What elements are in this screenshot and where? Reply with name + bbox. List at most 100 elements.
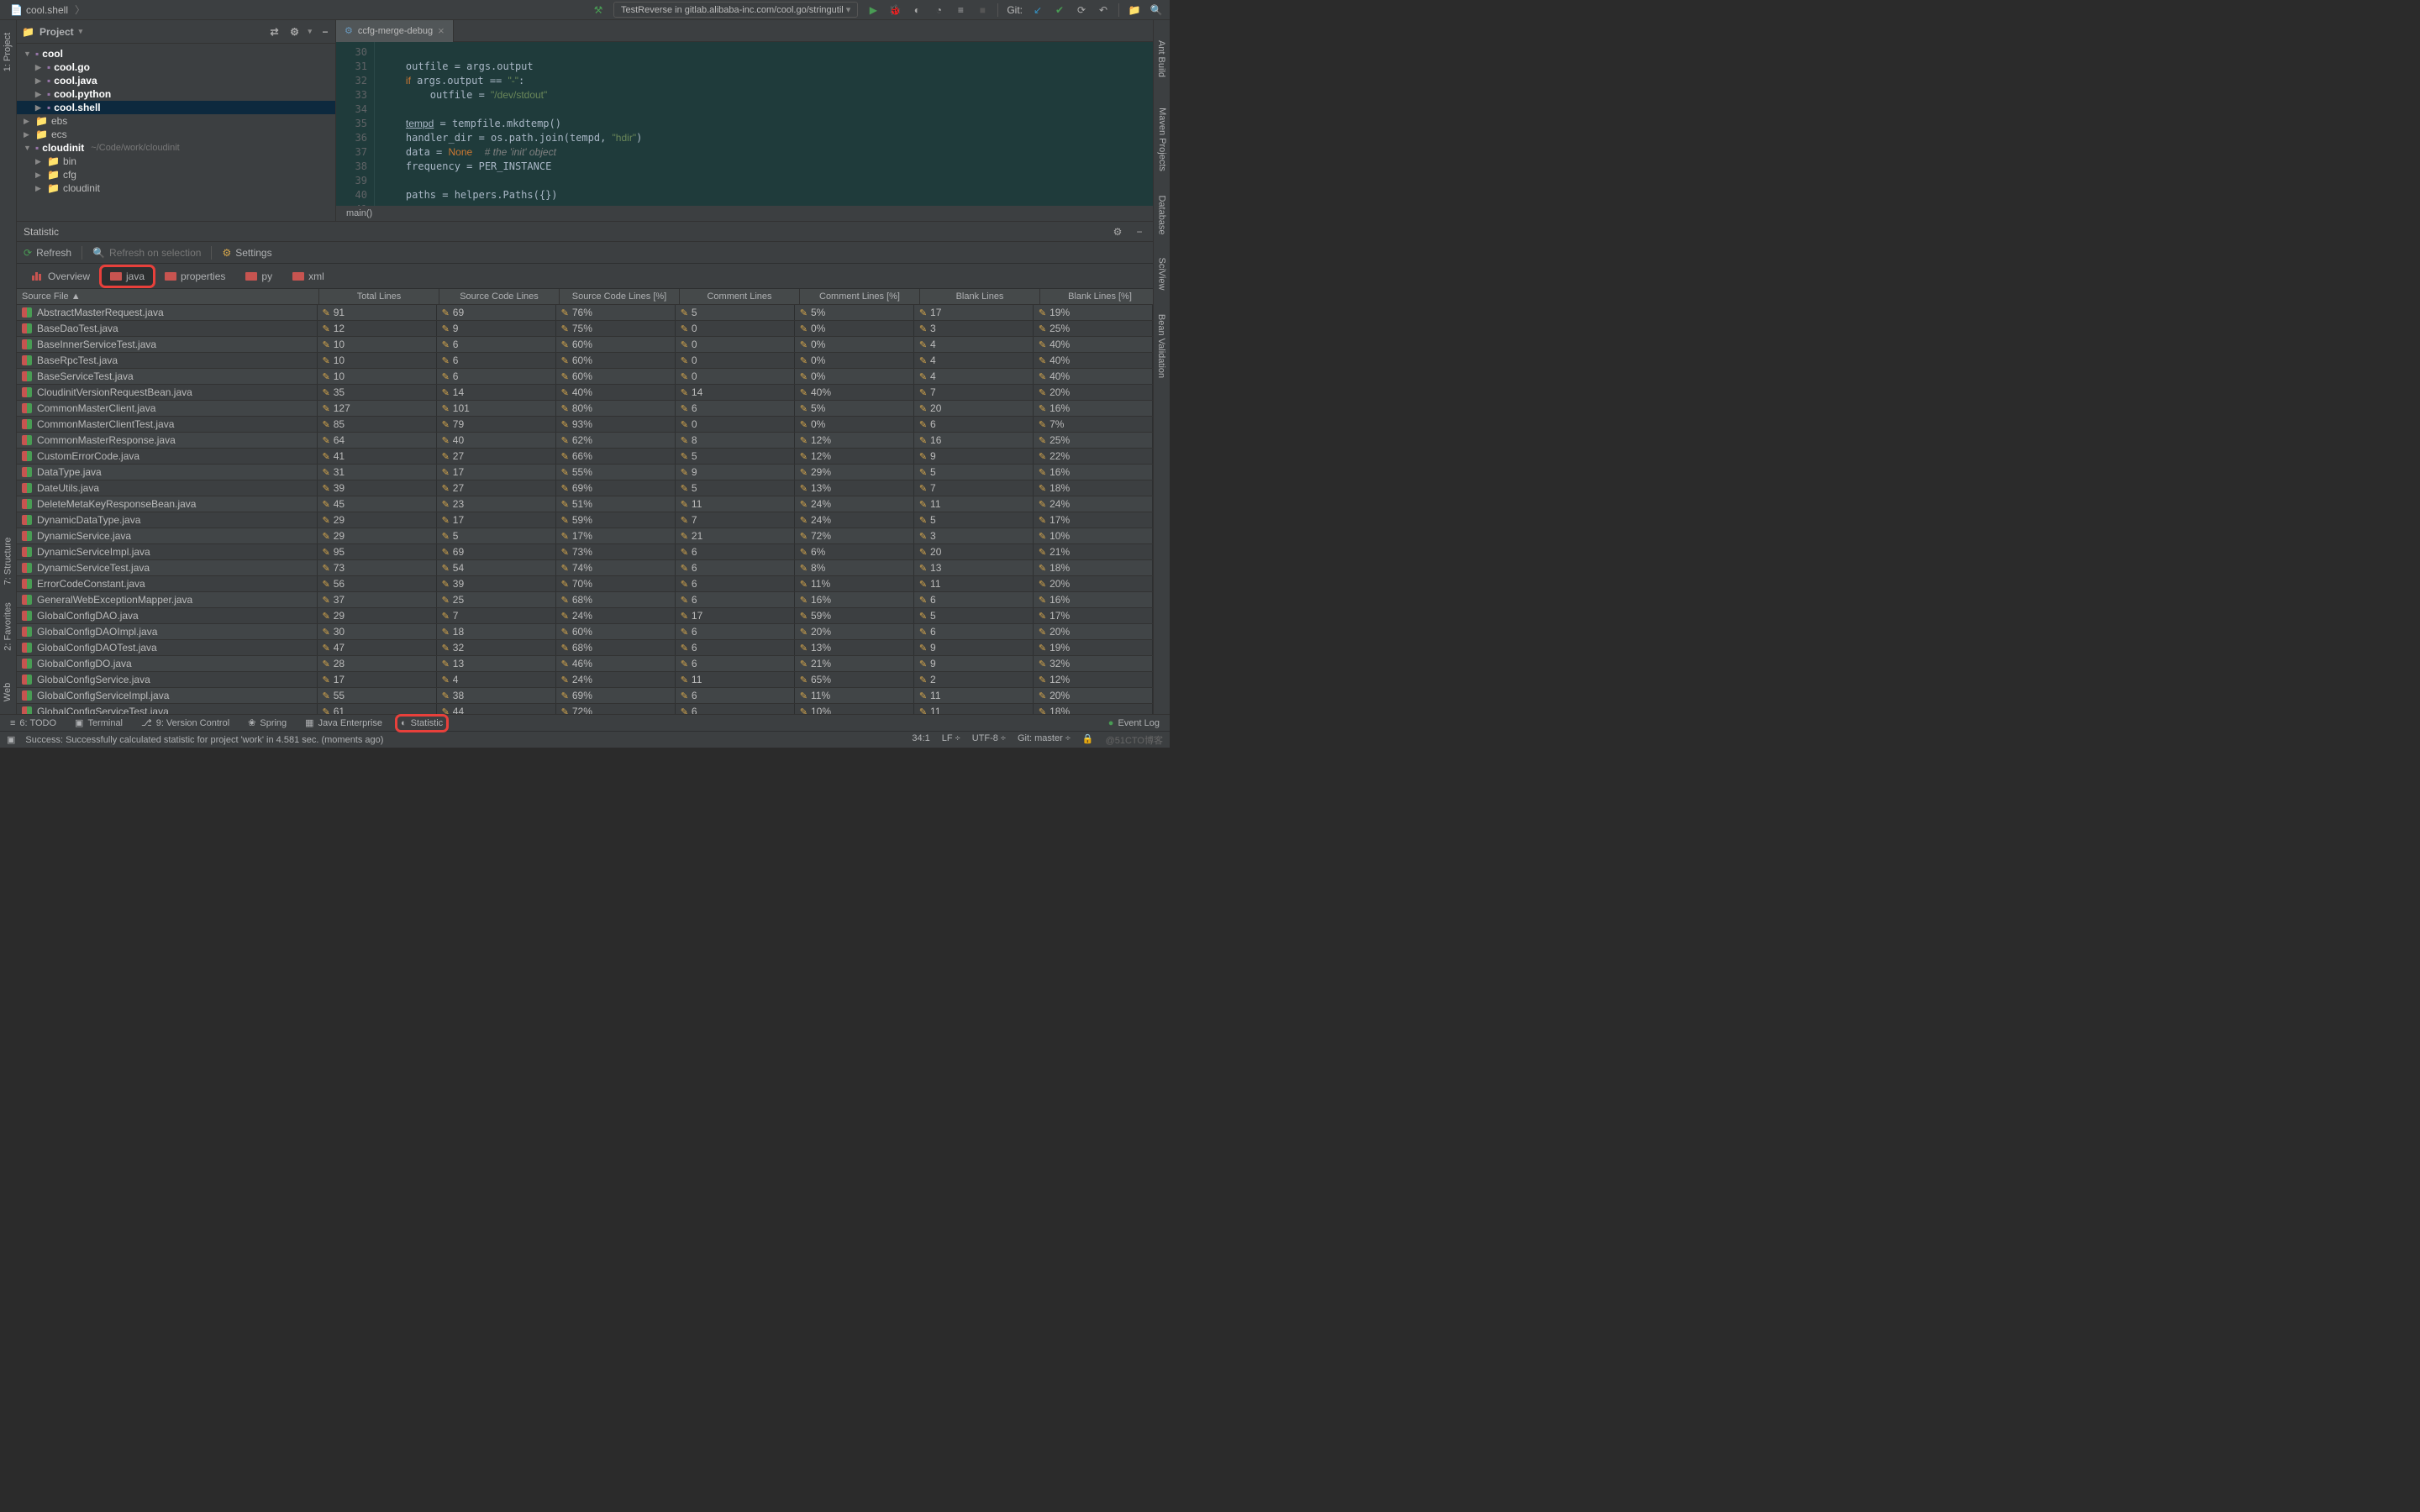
- column-header[interactable]: Total Lines: [319, 289, 439, 304]
- stat-tab-overview[interactable]: Overview: [24, 267, 98, 286]
- table-row[interactable]: CustomErrorCode.java✎41✎27✎66%✎5✎12%✎9✎2…: [17, 449, 1153, 465]
- tree-item[interactable]: ▶📁ecs: [17, 128, 335, 141]
- column-header[interactable]: Source File ▲: [17, 289, 319, 304]
- debug-icon[interactable]: 🐞: [888, 3, 902, 17]
- maven-tool-button[interactable]: Maven Projects: [1157, 108, 1167, 171]
- todo-tool-button[interactable]: ≡ 6: TODO: [7, 717, 60, 730]
- refresh-on-selection-button[interactable]: 🔍Refresh on selection: [92, 247, 201, 259]
- favorites-tool-button[interactable]: 2: Favorites: [3, 602, 13, 650]
- tree-item[interactable]: ▶▪cool.python: [17, 87, 335, 101]
- git-commit-icon[interactable]: ✔: [1053, 3, 1066, 17]
- structure-tool-button[interactable]: 7: Structure: [3, 538, 13, 585]
- file-encoding[interactable]: UTF-8 ÷: [972, 733, 1006, 747]
- stat-tab-py[interactable]: py: [237, 267, 281, 286]
- tree-item[interactable]: ▶▪cool.shell: [17, 101, 335, 114]
- table-row[interactable]: DynamicServiceImpl.java✎95✎69✎73%✎6✎6%✎2…: [17, 544, 1153, 560]
- column-header[interactable]: Comment Lines [%]: [800, 289, 920, 304]
- gear-icon[interactable]: ⚙: [287, 25, 301, 39]
- table-row[interactable]: CommonMasterClientTest.java✎85✎79✎93%✎0✎…: [17, 417, 1153, 433]
- stat-tab-properties[interactable]: properties: [156, 267, 234, 286]
- tree-item[interactable]: ▶📁cloudinit: [17, 181, 335, 195]
- tree-item[interactable]: ▼▪cloudinit~/Code/work/cloudinit: [17, 141, 335, 155]
- table-row[interactable]: GlobalConfigDAOTest.java✎47✎32✎68%✎6✎13%…: [17, 640, 1153, 656]
- stat-tab-xml[interactable]: xml: [284, 267, 333, 286]
- lock-icon[interactable]: 🔒: [1082, 733, 1094, 747]
- event-log-tool-button[interactable]: ● Event Log: [1105, 717, 1163, 730]
- table-row[interactable]: CommonMasterClient.java✎127✎101✎80%✎6✎5%…: [17, 401, 1153, 417]
- refresh-button[interactable]: ⟳Refresh: [24, 247, 71, 259]
- table-row[interactable]: GlobalConfigServiceTest.java✎61✎44✎72%✎6…: [17, 704, 1153, 714]
- run-icon[interactable]: ▶: [866, 3, 880, 17]
- bean-validation-tool-button[interactable]: Bean Validation: [1157, 314, 1167, 378]
- open-file-icon[interactable]: 📁: [1128, 3, 1141, 17]
- ant-build-tool-button[interactable]: Ant Build: [1157, 40, 1167, 77]
- project-tool-button[interactable]: 1: Project: [3, 33, 13, 71]
- git-update-icon[interactable]: ↙: [1031, 3, 1044, 17]
- table-row[interactable]: BaseServiceTest.java✎10✎6✎60%✎0✎0%✎4✎40%: [17, 369, 1153, 385]
- tree-item[interactable]: ▶📁cfg: [17, 168, 335, 181]
- table-header-row[interactable]: Source File ▲Total LinesSource Code Line…: [17, 289, 1153, 305]
- spring-tool-button[interactable]: ❀ Spring: [245, 716, 290, 730]
- coverage-icon[interactable]: ◐: [910, 3, 923, 17]
- table-row[interactable]: GlobalConfigDAO.java✎29✎7✎24%✎17✎59%✎5✎1…: [17, 608, 1153, 624]
- git-history-icon[interactable]: ⟳: [1075, 3, 1088, 17]
- hammer-icon[interactable]: ⚒: [592, 3, 605, 17]
- javaee-tool-button[interactable]: ▦ Java Enterprise: [302, 716, 386, 730]
- statistic-tool-button[interactable]: ◐ Statistic: [397, 717, 446, 730]
- git-branch[interactable]: Git: master ÷: [1018, 733, 1071, 747]
- sciview-tool-button[interactable]: SciView: [1157, 258, 1167, 291]
- statistic-table[interactable]: Source File ▲Total LinesSource Code Line…: [17, 289, 1153, 714]
- table-row[interactable]: BaseDaoTest.java✎12✎9✎75%✎0✎0%✎3✎25%: [17, 321, 1153, 337]
- hide-icon[interactable]: −: [318, 25, 332, 39]
- stop-icon[interactable]: ■: [976, 3, 989, 17]
- table-row[interactable]: ErrorCodeConstant.java✎56✎39✎70%✎6✎11%✎1…: [17, 576, 1153, 592]
- table-row[interactable]: GlobalConfigDO.java✎28✎13✎46%✎6✎21%✎9✎32…: [17, 656, 1153, 672]
- close-tab-icon[interactable]: ×: [438, 24, 445, 37]
- breadcrumb[interactable]: 📄 cool.shell 〉: [7, 3, 88, 17]
- code-editor[interactable]: outfile = args.output if args.output == …: [375, 42, 1153, 206]
- editor-breadcrumb[interactable]: main(): [336, 206, 1153, 221]
- line-separator[interactable]: LF ÷: [942, 733, 960, 747]
- settings-button[interactable]: ⚙Settings: [222, 247, 271, 259]
- table-row[interactable]: CloudinitVersionRequestBean.java✎35✎14✎4…: [17, 385, 1153, 401]
- table-row[interactable]: DynamicServiceTest.java✎73✎54✎74%✎6✎8%✎1…: [17, 560, 1153, 576]
- table-row[interactable]: CommonMasterResponse.java✎64✎40✎62%✎8✎12…: [17, 433, 1153, 449]
- status-tool-windows-icon[interactable]: ▣: [7, 734, 15, 745]
- project-tree[interactable]: ▼▪cool▶▪cool.go▶▪cool.java▶▪cool.python▶…: [17, 44, 335, 221]
- table-row[interactable]: DynamicDataType.java✎29✎17✎59%✎7✎24%✎5✎1…: [17, 512, 1153, 528]
- table-row[interactable]: GeneralWebExceptionMapper.java✎37✎25✎68%…: [17, 592, 1153, 608]
- hide-icon[interactable]: −: [1133, 225, 1146, 239]
- table-row[interactable]: GlobalConfigDAOImpl.java✎30✎18✎60%✎6✎20%…: [17, 624, 1153, 640]
- table-row[interactable]: DataType.java✎31✎17✎55%✎9✎29%✎5✎16%: [17, 465, 1153, 480]
- concurrency-icon[interactable]: ≡: [954, 3, 967, 17]
- tree-item[interactable]: ▼▪cool: [17, 47, 335, 60]
- profile-icon[interactable]: ◔: [932, 3, 945, 17]
- database-tool-button[interactable]: Database: [1157, 195, 1167, 234]
- table-row[interactable]: AbstractMasterRequest.java✎91✎69✎76%✎5✎5…: [17, 305, 1153, 321]
- tree-item[interactable]: ▶▪cool.go: [17, 60, 335, 74]
- table-row[interactable]: DynamicService.java✎29✎5✎17%✎21✎72%✎3✎10…: [17, 528, 1153, 544]
- cursor-position[interactable]: 34:1: [912, 733, 929, 747]
- table-row[interactable]: BaseInnerServiceTest.java✎10✎6✎60%✎0✎0%✎…: [17, 337, 1153, 353]
- table-row[interactable]: GlobalConfigServiceImpl.java✎55✎38✎69%✎6…: [17, 688, 1153, 704]
- gear-icon[interactable]: ⚙: [1111, 225, 1124, 239]
- git-revert-icon[interactable]: ↶: [1097, 3, 1110, 17]
- table-row[interactable]: DateUtils.java✎39✎27✎69%✎5✎13%✎7✎18%: [17, 480, 1153, 496]
- tree-item[interactable]: ▶▪cool.java: [17, 74, 335, 87]
- tree-item[interactable]: ▶📁bin: [17, 155, 335, 168]
- editor-tab[interactable]: ⚙ ccfg-merge-debug ×: [336, 20, 454, 42]
- collapse-icon[interactable]: ⇄: [267, 25, 281, 39]
- search-icon[interactable]: 🔍: [1150, 3, 1163, 17]
- run-configuration-selector[interactable]: TestReverse in gitlab.alibaba-inc.com/co…: [613, 2, 858, 18]
- table-row[interactable]: DeleteMetaKeyResponseBean.java✎45✎23✎51%…: [17, 496, 1153, 512]
- column-header[interactable]: Blank Lines: [920, 289, 1040, 304]
- column-header[interactable]: Blank Lines [%]: [1040, 289, 1153, 304]
- column-header[interactable]: Source Code Lines [%]: [560, 289, 680, 304]
- stat-tab-java[interactable]: java: [102, 267, 153, 286]
- web-tool-button[interactable]: Web: [3, 683, 13, 701]
- tree-item[interactable]: ▶📁ebs: [17, 114, 335, 128]
- column-header[interactable]: Source Code Lines: [439, 289, 560, 304]
- vcs-tool-button[interactable]: ⎇ 9: Version Control: [138, 716, 233, 730]
- table-row[interactable]: GlobalConfigService.java✎17✎4✎24%✎11✎65%…: [17, 672, 1153, 688]
- terminal-tool-button[interactable]: ▣ Terminal: [71, 716, 126, 730]
